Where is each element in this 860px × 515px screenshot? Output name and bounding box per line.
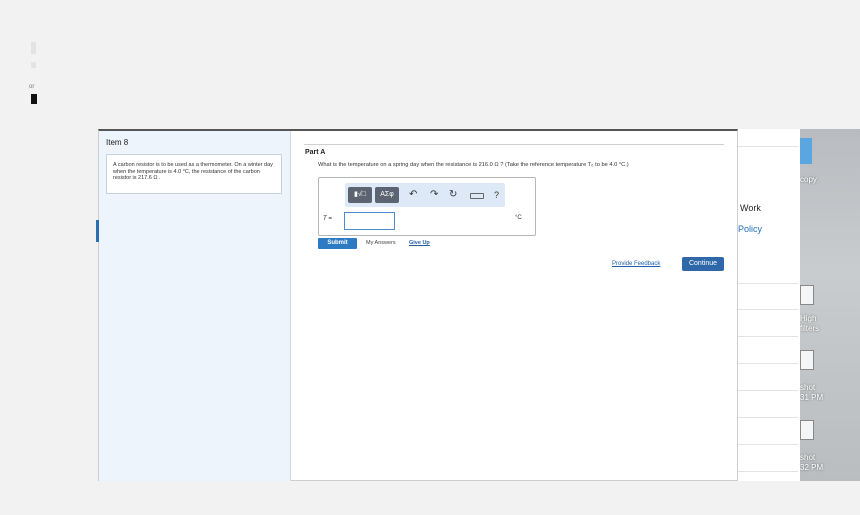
ghost-artifact-dark (31, 94, 37, 104)
submit-button[interactable]: Submit (318, 238, 357, 249)
provide-feedback-link[interactable]: Provide Feedback (612, 261, 660, 267)
greek-symbols-button[interactable]: ΑΣφ (375, 187, 399, 203)
ghost-artifact (31, 42, 36, 54)
desktop-label: filters (800, 324, 820, 333)
desktop-label: High (800, 314, 817, 323)
answer-input[interactable] (344, 212, 395, 230)
templates-button[interactable]: ▮√□ (348, 187, 372, 203)
desktop-label: 32 PM (800, 463, 824, 472)
keyboard-icon[interactable] (470, 193, 484, 199)
question-text: What is the temperature on a spring day … (318, 162, 629, 168)
divider (738, 390, 798, 391)
divider (738, 309, 798, 310)
desktop-file-icon[interactable] (800, 420, 814, 440)
item-title: Item 8 (106, 138, 129, 147)
give-up-link[interactable]: Give Up (409, 240, 430, 246)
ghost-text: or (29, 84, 35, 90)
desktop-label: shot (800, 383, 816, 392)
desktop-file-icon[interactable] (800, 350, 814, 370)
desktop-label: copy (800, 175, 817, 184)
desktop-folder-icon[interactable] (800, 138, 812, 164)
reset-icon[interactable]: ↻ (449, 187, 457, 203)
my-answers-link[interactable]: My Answers (366, 240, 396, 246)
divider (738, 444, 798, 445)
problem-statement: A carbon resistor is to be used as a the… (106, 154, 282, 194)
part-divider (304, 144, 724, 145)
divider (738, 336, 798, 337)
desktop-file-icon[interactable] (800, 285, 814, 305)
divider (738, 146, 798, 147)
background-policy-link[interactable]: Policy (738, 224, 762, 234)
part-label: Part A (305, 149, 326, 156)
divider (738, 363, 798, 364)
divider (738, 283, 798, 284)
desktop-label: 31 PM (800, 393, 824, 402)
divider (738, 417, 798, 418)
redo-icon[interactable]: ↷ (430, 187, 438, 203)
undo-icon[interactable]: ↶ (409, 187, 417, 203)
continue-button[interactable]: Continue (682, 257, 724, 271)
desktop-label: shot (800, 453, 816, 462)
answer-unit: °C (515, 215, 522, 221)
help-icon[interactable]: ? (494, 187, 499, 203)
problem-text: A carbon resistor is to be used as a the… (113, 162, 273, 181)
answer-variable-label: T = (323, 216, 332, 222)
divider (738, 471, 798, 472)
ghost-artifact (31, 62, 36, 68)
background-window (738, 129, 800, 481)
background-work-link[interactable]: Work (740, 203, 761, 213)
